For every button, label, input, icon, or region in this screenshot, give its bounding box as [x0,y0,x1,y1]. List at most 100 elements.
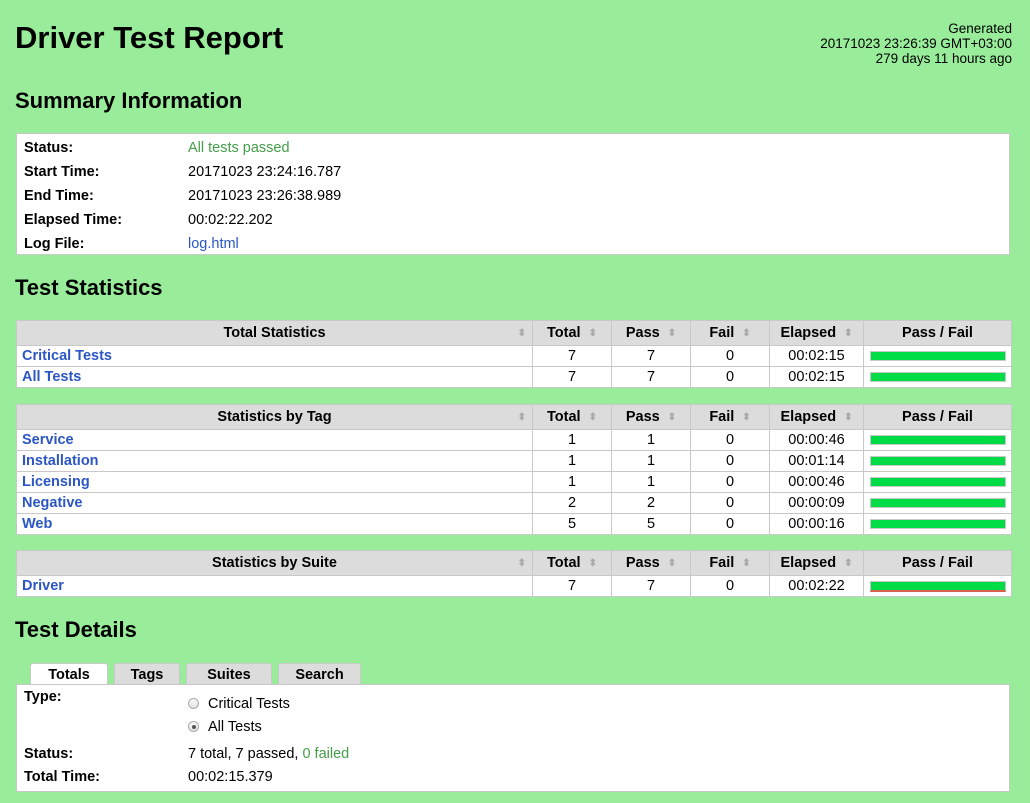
column-header-total[interactable]: Total ⬍ [532,550,612,576]
sort-arrows-icon[interactable]: ⬍ [518,328,526,339]
pass-fail-bar [870,498,1006,508]
tag-statistics-table: Statistics by Tag ⬍ Total ⬍ Pass ⬍ Fail ⬍ Elapse… [16,404,1012,535]
stat-pass: 5 [611,513,691,535]
sort-arrows-icon[interactable]: ⬍ [668,328,676,339]
stat-fail: 0 [690,450,770,472]
stat-elapsed: 00:02:15 [769,366,864,388]
summary-row-start-time: Start Time: 20171023 23:24:16.787 [17,160,1009,184]
radio-critical-tests[interactable] [188,698,199,709]
pass-fail-cell [863,513,1012,535]
pass-fail-bar [870,519,1006,529]
suite-statistics-table: Statistics by Suite ⬍ Total ⬍ Pass ⬍ Fail ⬍ Elap… [16,550,1012,597]
sort-arrows-icon[interactable]: ⬍ [742,328,750,339]
pass-fail-cell [863,575,1012,597]
column-header-elapsed[interactable]: Elapsed ⬍ [769,320,864,346]
stat-name-link[interactable]: Service [22,432,74,448]
column-header-fail[interactable]: Fail ⬍ [690,320,770,346]
stat-pass: 1 [611,450,691,472]
type-option-critical[interactable]: Critical Tests [188,692,290,715]
tab-search[interactable]: Search [278,663,361,685]
stat-name-cell: Web [16,513,533,535]
generated-timestamp: 20171023 23:26:39 GMT+03:00 [820,36,1012,51]
stat-row: Installation 1 1 0 00:01:14 [16,450,1012,472]
stat-elapsed: 00:00:46 [769,471,864,493]
pass-bar-fill [871,581,1005,590]
sort-arrows-icon[interactable]: ⬍ [844,558,852,569]
column-header-elapsed[interactable]: Elapsed ⬍ [769,550,864,576]
pass-fail-bar [870,456,1006,466]
column-header-pass[interactable]: Pass ⬍ [611,320,691,346]
pass-fail-bar [870,372,1006,382]
pass-bar-fill [871,352,1005,360]
column-header-name[interactable]: Statistics by Tag ⬍ [16,404,533,430]
column-header-name[interactable]: Statistics by Suite ⬍ [16,550,533,576]
radio-label: Critical Tests [208,695,290,712]
stat-name-link[interactable]: All Tests [22,369,81,385]
tab-suites[interactable]: Suites [186,663,272,685]
column-header-pass[interactable]: Pass ⬍ [611,404,691,430]
statistics-heading: Test Statistics [15,275,163,300]
stat-fail: 0 [690,492,770,514]
stat-row: Licensing 1 1 0 00:00:46 [16,471,1012,493]
sort-arrows-icon[interactable]: ⬍ [518,558,526,569]
column-header-name[interactable]: Total Statistics ⬍ [16,320,533,346]
column-header-label: Total [547,325,581,341]
stat-pass: 1 [611,471,691,493]
column-header-elapsed[interactable]: Elapsed ⬍ [769,404,864,430]
stat-total: 7 [532,345,612,367]
stat-name-link[interactable]: Installation [22,453,99,469]
type-option-all[interactable]: All Tests [188,715,290,738]
stat-fail: 0 [690,429,770,451]
stat-name-link[interactable]: Negative [22,495,82,511]
column-header-pass[interactable]: Pass ⬍ [611,550,691,576]
sort-arrows-icon[interactable]: ⬍ [668,558,676,569]
details-total-time-row: Total Time: 00:02:15.379 [17,765,1009,788]
sort-arrows-icon[interactable]: ⬍ [589,558,597,569]
sort-arrows-icon[interactable]: ⬍ [742,558,750,569]
summary-row-elapsed-time: Elapsed Time: 00:02:22.202 [17,208,1009,232]
column-header-total[interactable]: Total ⬍ [532,320,612,346]
header-row: Statistics by Tag ⬍ Total ⬍ Pass ⬍ Fail ⬍ Elapse… [16,404,1012,430]
column-header-fail[interactable]: Fail ⬍ [690,404,770,430]
stat-pass: 7 [611,366,691,388]
pass-bar-fill [871,499,1005,507]
stat-total: 2 [532,492,612,514]
total-statistics-table: Total Statistics ⬍ Total ⬍ Pass ⬍ Fail ⬍ Elapsed… [16,320,1012,388]
stat-name-link[interactable]: Web [22,516,52,532]
column-header-label: Elapsed [780,409,837,425]
end-time-value: 20171023 23:26:38.989 [188,188,342,204]
total-time-label: Total Time: [24,768,100,785]
stat-name-link[interactable]: Critical Tests [22,348,112,364]
pass-fail-cell [863,345,1012,367]
sort-arrows-icon[interactable]: ⬍ [589,328,597,339]
column-header-pass-fail: Pass / Fail [863,404,1012,430]
stat-name-cell: Critical Tests [16,345,533,367]
stat-total: 7 [532,575,612,597]
pass-bar-fill [871,478,1005,486]
status-value: 7 total, 7 passed, 0 failed [188,746,349,762]
pass-bar-fill [871,457,1005,465]
column-header-pass-fail: Pass / Fail [863,550,1012,576]
sort-arrows-icon[interactable]: ⬍ [589,412,597,423]
stat-name-link[interactable]: Driver [22,578,64,594]
sort-arrows-icon[interactable]: ⬍ [844,328,852,339]
radio-all-tests[interactable] [188,721,199,732]
sort-arrows-icon[interactable]: ⬍ [742,412,750,423]
header-row: Statistics by Suite ⬍ Total ⬍ Pass ⬍ Fail ⬍ Elap… [16,550,1012,576]
column-header-fail[interactable]: Fail ⬍ [690,550,770,576]
tab-tags[interactable]: Tags [114,663,180,685]
stat-fail: 0 [690,471,770,493]
log-file-link[interactable]: log.html [188,236,239,252]
stat-name-link[interactable]: Licensing [22,474,90,490]
stat-row: Web 5 5 0 00:00:16 [16,513,1012,535]
column-header-total[interactable]: Total ⬍ [532,404,612,430]
stat-pass: 7 [611,345,691,367]
summary-label: Log File: [24,236,85,252]
generated-label: Generated [948,21,1012,36]
stat-total: 1 [532,450,612,472]
sort-arrows-icon[interactable]: ⬍ [844,412,852,423]
column-header-label: Fail [709,409,735,425]
sort-arrows-icon[interactable]: ⬍ [518,412,526,423]
header-row: Total Statistics ⬍ Total ⬍ Pass ⬍ Fail ⬍ Elapsed… [16,320,1012,346]
sort-arrows-icon[interactable]: ⬍ [668,412,676,423]
